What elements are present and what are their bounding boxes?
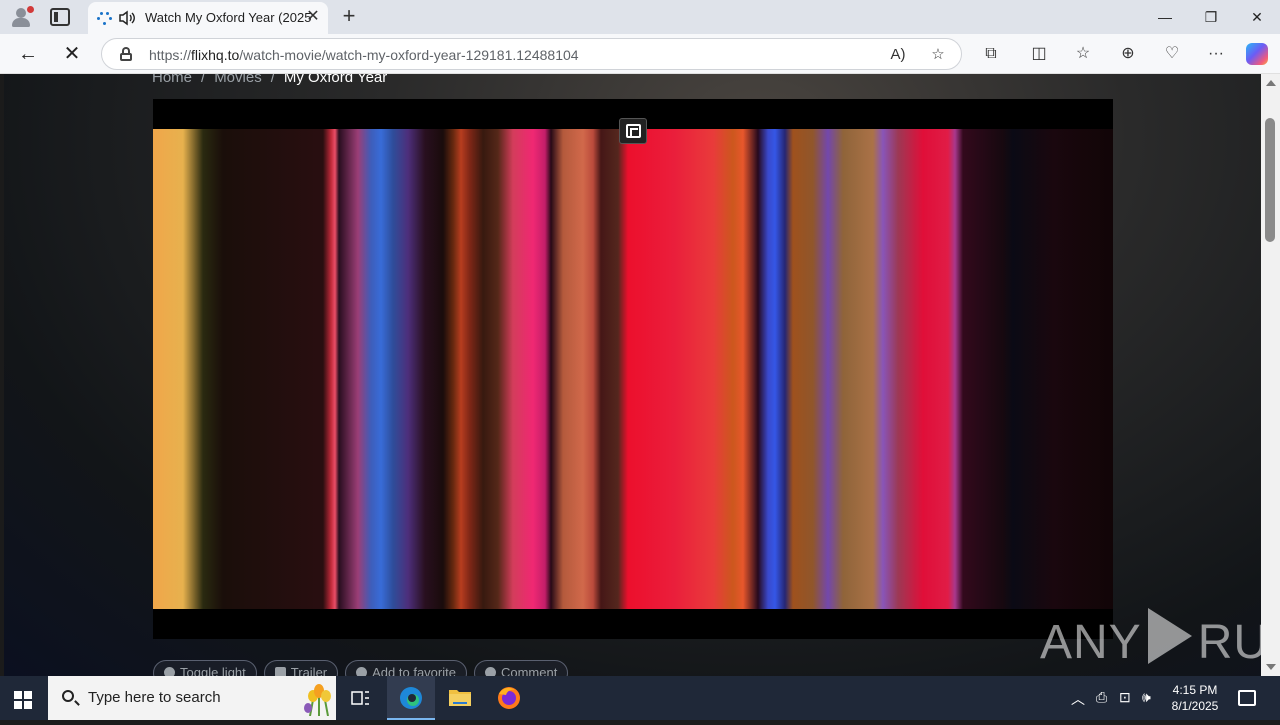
browser-essentials-icon[interactable]: ♡ — [1160, 42, 1184, 66]
breadcrumb-current: My Oxford Year — [283, 74, 388, 86]
extensions-icon[interactable]: ⧉ — [979, 42, 1003, 66]
scroll-down-icon[interactable] — [1266, 664, 1276, 670]
windows-taskbar: Type here to search ︿ ⎙ ⊡ 🕪 4:15 PM 8/1/… — [0, 676, 1280, 720]
heart-icon — [356, 667, 368, 676]
windows-start-icon[interactable] — [14, 691, 32, 709]
task-view-icon[interactable] — [336, 676, 384, 720]
toggle-light-button[interactable]: Toggle light — [153, 660, 257, 676]
address-bar[interactable]: https://flixhq.to/watch-movie/watch-my-o… — [101, 38, 962, 70]
add-favorite-button[interactable]: Add to favorite — [345, 660, 467, 676]
breadcrumb-separator: / — [270, 74, 275, 86]
edge-taskbar-icon[interactable] — [387, 676, 435, 720]
show-hidden-icons[interactable]: ︿ — [1071, 689, 1085, 709]
video-camera-icon — [274, 667, 286, 676]
more-icon[interactable]: ··· — [1204, 42, 1228, 66]
collections-icon[interactable]: ⊕ — [1116, 42, 1140, 66]
breadcrumb: Home / Movies / My Oxford Year — [152, 74, 387, 86]
play-logo-icon — [1147, 608, 1192, 664]
loading-spinner-icon — [96, 11, 112, 27]
meet-now-icon[interactable]: ⎙ — [1096, 689, 1107, 706]
anyrun-watermark: ANYRUN — [1040, 608, 1261, 670]
breadcrumb-separator: / — [201, 74, 206, 86]
trailer-button[interactable]: Trailer — [263, 660, 339, 676]
breadcrumb-movies[interactable]: Movies — [214, 74, 262, 86]
search-placeholder: Type here to search — [88, 689, 221, 706]
title-bar: Watch My Oxford Year (2025 ✕ + — ❐ ✕ — [0, 0, 1280, 34]
url-text[interactable]: https://flixhq.to/watch-movie/watch-my-o… — [149, 47, 579, 63]
clock-date: 8/1/2025 — [1171, 699, 1219, 713]
system-clock[interactable]: 4:15 PM 8/1/2025 — [1160, 682, 1230, 714]
close-window-icon[interactable]: ✕ — [1242, 6, 1272, 28]
favorites-icon[interactable]: ☆ — [1071, 42, 1095, 66]
stop-loading-icon[interactable]: ✕ — [60, 42, 84, 66]
lock-icon[interactable] — [120, 47, 132, 61]
search-icon — [62, 690, 74, 702]
back-icon[interactable]: ← — [16, 42, 40, 66]
video-frame[interactable] — [153, 129, 1113, 609]
close-tab-icon[interactable]: ✕ — [304, 8, 322, 26]
notifications-icon[interactable] — [1238, 690, 1256, 706]
page-scrollbar[interactable] — [1261, 74, 1280, 676]
fullscreen-icon[interactable] — [619, 118, 647, 144]
web-page: Home / Movies / My Oxford Year Toggle light T… — [4, 74, 1261, 676]
browser-toolbar: ← ✕ https://flixhq.to/watch-movie/watch-… — [0, 34, 1280, 74]
comment-icon — [484, 667, 496, 676]
comment-button[interactable]: Comment — [473, 660, 569, 676]
file-explorer-icon[interactable] — [436, 676, 484, 720]
tulips-icon — [304, 684, 331, 716]
clock-time: 4:15 PM — [1172, 683, 1218, 697]
tab-title: Watch My Oxford Year (2025 — [145, 10, 312, 25]
lightbulb-icon — [164, 667, 175, 676]
tab-actions-icon[interactable] — [50, 8, 70, 26]
split-screen-icon[interactable]: ◫ — [1027, 42, 1051, 66]
video-player[interactable] — [153, 99, 1113, 639]
firefox-icon[interactable] — [485, 676, 533, 720]
favorite-star-icon[interactable]: ☆ — [927, 44, 949, 66]
profile-icon[interactable] — [10, 6, 34, 28]
restore-icon[interactable]: ❐ — [1196, 6, 1226, 28]
new-tab-icon[interactable]: + — [338, 5, 360, 27]
volume-icon[interactable]: 🕪 — [1142, 689, 1151, 706]
read-aloud-icon[interactable]: A) — [887, 44, 909, 66]
scroll-up-icon[interactable] — [1266, 80, 1276, 86]
minimize-icon[interactable]: — — [1150, 6, 1180, 28]
network-icon[interactable]: ⊡ — [1119, 689, 1131, 706]
audio-icon[interactable] — [118, 10, 136, 26]
scrollbar-thumb[interactable] — [1265, 118, 1275, 242]
copilot-icon[interactable] — [1246, 43, 1268, 65]
taskbar-search-box[interactable]: Type here to search — [48, 676, 336, 720]
browser-tab[interactable]: Watch My Oxford Year (2025 ✕ — [88, 2, 328, 34]
breadcrumb-home[interactable]: Home — [152, 74, 192, 86]
player-actions: Toggle light Trailer Add to favorite Commen… — [153, 660, 575, 676]
